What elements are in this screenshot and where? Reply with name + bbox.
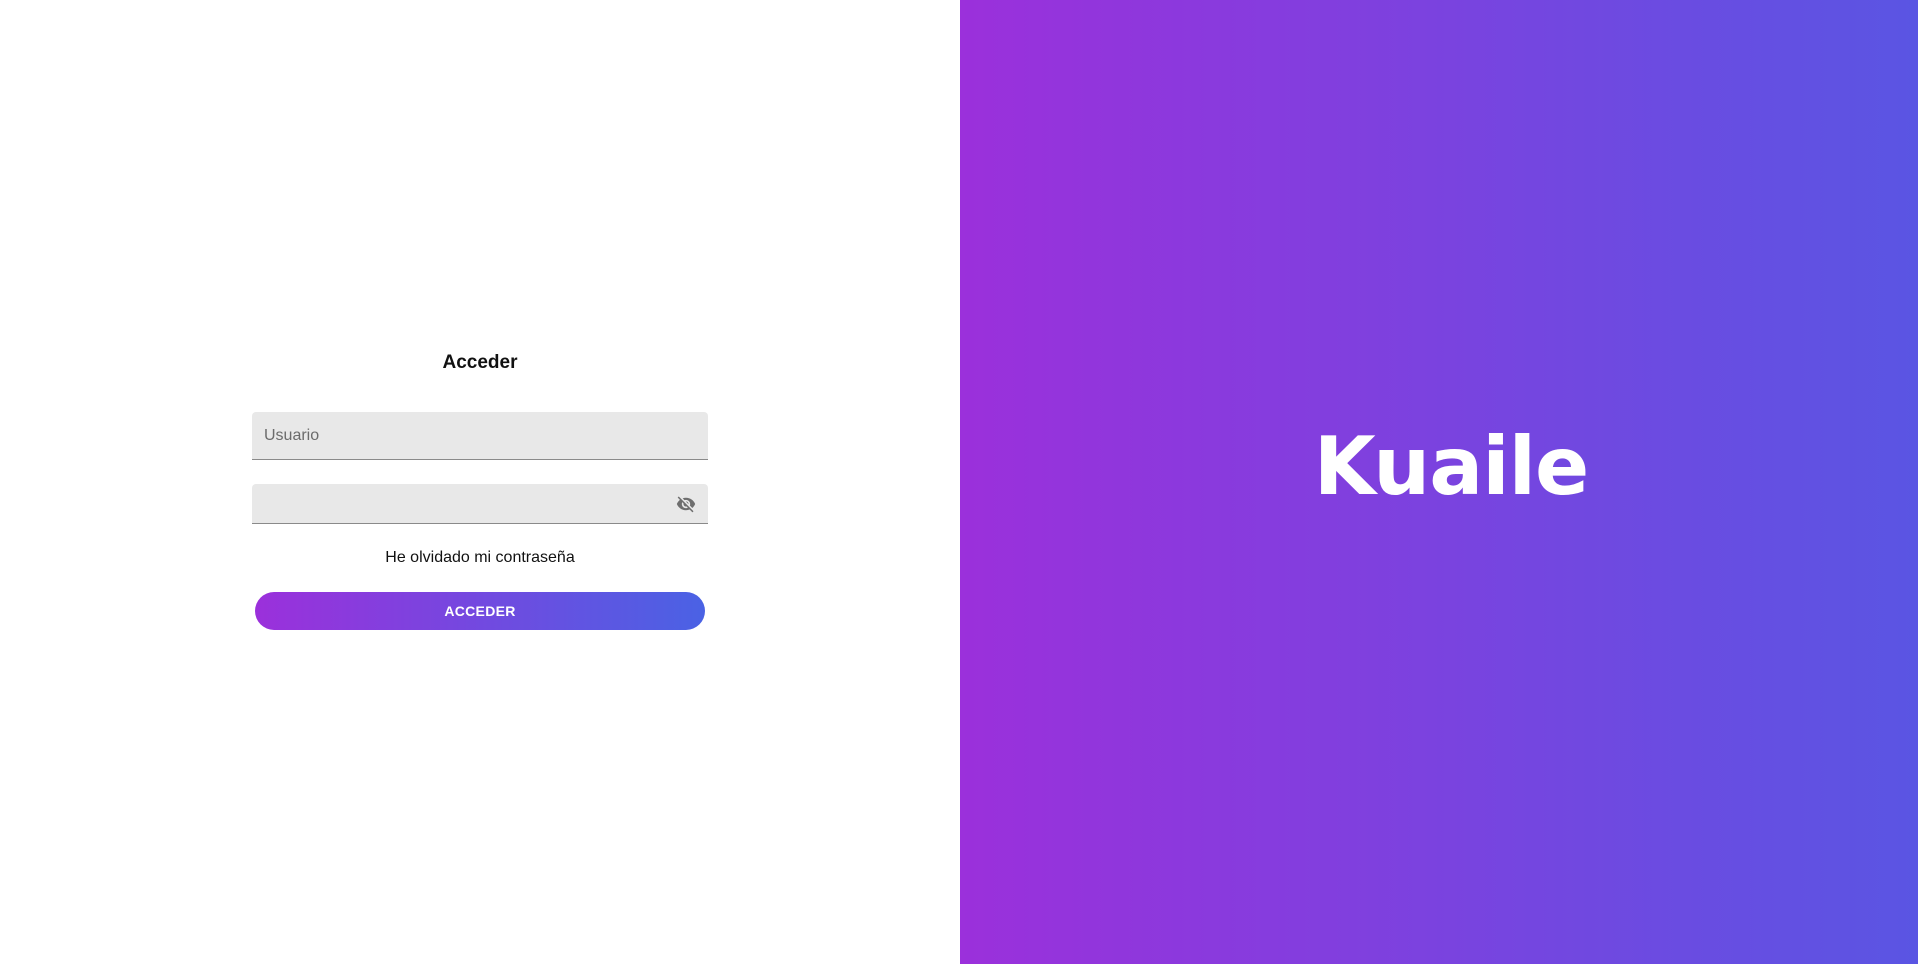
password-input[interactable] <box>252 484 708 523</box>
login-title: Acceder <box>442 352 518 373</box>
password-field-container <box>252 484 708 524</box>
forgot-password-link[interactable]: He olvidado mi contraseña <box>252 548 708 568</box>
brand-logo: Kuaile <box>1313 419 1590 513</box>
eye-off-icon[interactable] <box>674 493 698 515</box>
login-submit-button[interactable]: ACCEDER <box>255 592 705 630</box>
login-page: Acceder He olvidado mi contraseña ACCEDE… <box>0 0 1918 964</box>
username-field-container <box>252 412 708 460</box>
brand-panel: Kuaile <box>960 0 1918 964</box>
username-input[interactable] <box>252 412 708 459</box>
login-form: Acceder He olvidado mi contraseña ACCEDE… <box>252 350 708 630</box>
login-panel: Acceder He olvidado mi contraseña ACCEDE… <box>0 0 960 964</box>
